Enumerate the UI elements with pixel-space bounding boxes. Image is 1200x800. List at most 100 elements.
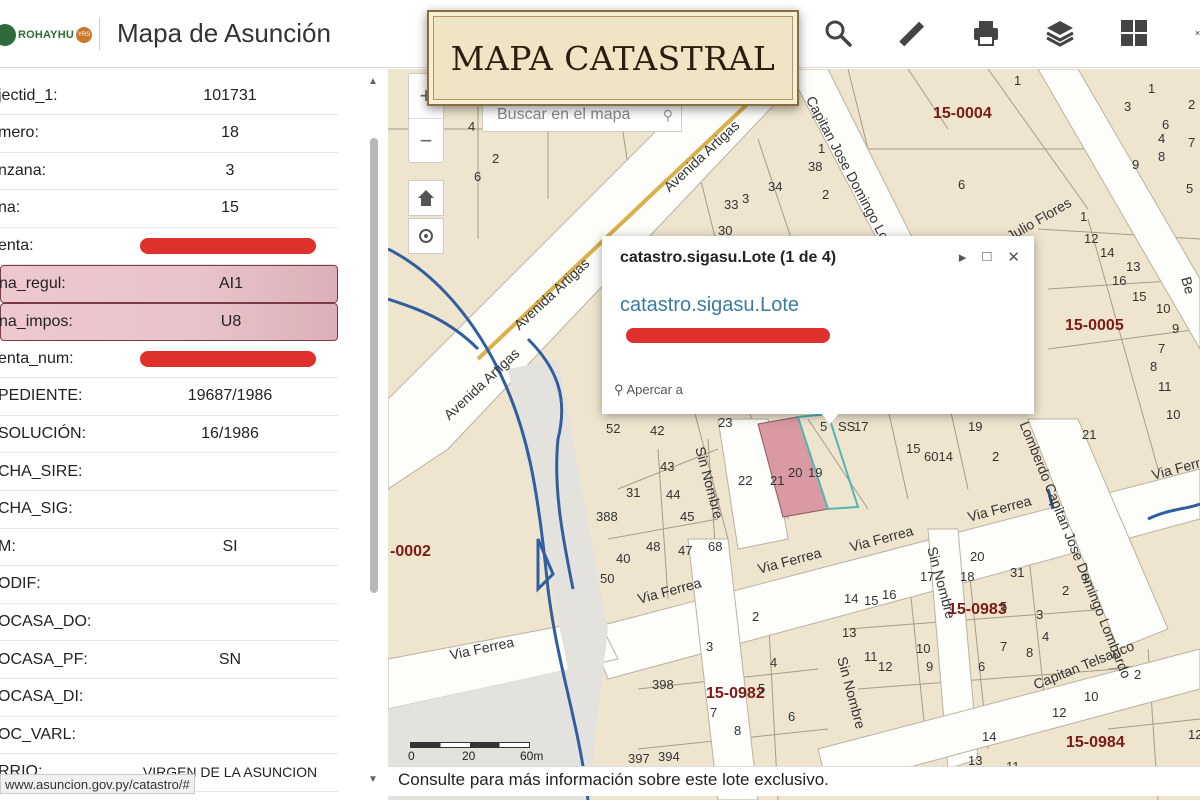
- attribute-value: AI1: [218, 275, 243, 292]
- attribute-key: mero:: [0, 124, 39, 142]
- lot-number-label: 8: [1158, 149, 1166, 164]
- attribute-key: M:: [0, 537, 16, 555]
- popup-feature-link[interactable]: catastro.sigasu.Lote: [620, 294, 799, 317]
- zone-label: 15-0983: [948, 601, 1007, 618]
- lot-number-label: 6: [958, 177, 966, 192]
- more-button[interactable]: [1183, 16, 1200, 50]
- attribute-row: M: SI: [0, 528, 338, 567]
- feature-popup: catastro.sigasu.Lote (1 de 4) ▸ □ ✕ cata…: [602, 236, 1034, 424]
- close-icon[interactable]: ✕: [1007, 248, 1020, 266]
- attribute-key: OC_VARL:: [0, 725, 76, 743]
- attribute-value: 19687/1986: [187, 387, 273, 405]
- lot-number-label: 9: [1172, 321, 1180, 336]
- scale-bar: 0 20 60m: [408, 742, 558, 763]
- cadastral-map[interactable]: [388, 69, 1200, 800]
- lot-number-label: 8: [1150, 359, 1158, 374]
- lot-number-label: 20: [970, 549, 985, 564]
- logo-mark: [0, 24, 16, 46]
- attribute-value: 3: [225, 161, 235, 179]
- lot-number-label: 6014: [924, 449, 953, 464]
- search-icon: [825, 20, 852, 47]
- attribute-row: OCASA_DI:: [0, 679, 338, 717]
- zone-label: 15-0004: [933, 105, 992, 122]
- lot-number-label: 2: [822, 187, 830, 202]
- attribute-row: OCASA_DO:: [0, 603, 338, 642]
- lot-number-label: 2: [752, 609, 760, 624]
- lot-number-label: 52: [606, 421, 621, 436]
- attribute-row: mero: 18: [0, 115, 338, 153]
- logo-text: ROHAYHU: [18, 29, 75, 41]
- scroll-down-arrow[interactable]: ▼: [368, 774, 378, 785]
- lot-number-label: 6: [788, 709, 796, 724]
- lot-number-label: 14: [844, 591, 859, 606]
- panel-scrollbar[interactable]: [370, 138, 378, 593]
- attribute-key: nzana:: [0, 161, 47, 179]
- attribute-key: OCASA_DO:: [0, 612, 92, 630]
- lot-number-label: 31: [1010, 565, 1025, 580]
- search-button[interactable]: [821, 16, 855, 50]
- lot-number-label: 1: [1082, 571, 1090, 586]
- attribute-key: OCASA_DI:: [0, 688, 84, 706]
- lot-number-label: 7: [1000, 639, 1008, 654]
- lot-number-label: 388: [596, 509, 618, 524]
- locate-button[interactable]: [408, 218, 444, 254]
- zoom-to-icon: ⚲: [614, 382, 624, 397]
- lot-number-label: 397: [628, 751, 650, 766]
- status-url: www.asuncion.gov.py/catastro/#: [0, 774, 195, 794]
- dock-icon[interactable]: □: [982, 248, 991, 266]
- attribute-row: SOLUCIÓN: 16/1986: [0, 415, 338, 454]
- measure-button[interactable]: [895, 16, 929, 50]
- search-icon[interactable]: ⚲: [663, 107, 673, 124]
- popup-actions: ▸ □ ✕: [959, 248, 1020, 266]
- search-placeholder: Buscar en el mapa: [497, 106, 631, 123]
- lot-number-label: 10: [1156, 301, 1171, 316]
- lot-number-label: 19: [808, 465, 823, 480]
- lot-number-label: 6: [1162, 117, 1170, 132]
- layers-icon: [1046, 21, 1074, 47]
- lot-number-label: 38: [808, 159, 823, 174]
- banner-title: MAPA CATASTRAL: [450, 38, 776, 78]
- lot-number-label: 19: [968, 419, 983, 434]
- lot-number-label: 8: [734, 723, 742, 738]
- attribute-key: PEDIENTE:: [0, 387, 83, 405]
- locate-icon: [419, 229, 433, 243]
- lot-number-label: 11: [864, 649, 878, 664]
- scale-bar-graphic: [410, 742, 530, 748]
- lot-number-label: 17: [854, 419, 869, 434]
- lot-number-label: 9: [926, 659, 934, 674]
- attribute-row: ODIF:: [0, 566, 338, 604]
- lot-number-label: 4: [468, 119, 476, 134]
- scroll-up-arrow[interactable]: ▲: [368, 76, 378, 87]
- lot-number-label: 50: [600, 571, 615, 586]
- zoom-to-link[interactable]: ⚲ Apercar a: [614, 382, 683, 398]
- scale-label: 0: [408, 749, 415, 763]
- attribute-row: na: 15: [0, 190, 338, 228]
- attribute-row: PEDIENTE: 19687/1986: [0, 378, 338, 416]
- lot-number-label: 3: [1124, 99, 1132, 114]
- layers-button[interactable]: [1043, 16, 1077, 50]
- basemap-grid-button[interactable]: [1117, 16, 1151, 50]
- lot-number-label: 44: [666, 487, 681, 502]
- lot-number-label: 13: [1126, 259, 1141, 274]
- lot-number-label: 42: [650, 423, 665, 438]
- map-view[interactable]: Avenida Artigas Avenida Artigas Avenida …: [388, 69, 1200, 800]
- lot-number-label: 12: [1084, 231, 1099, 246]
- home-button[interactable]: [408, 180, 444, 216]
- lot-number-label: 17: [920, 569, 935, 584]
- lot-number-label: 16: [882, 587, 897, 602]
- next-feature-icon[interactable]: ▸: [959, 248, 967, 266]
- grid-icon: [1121, 20, 1147, 46]
- attribute-value: 15: [221, 199, 239, 217]
- lot-number-label: 2: [1062, 583, 1070, 598]
- print-button[interactable]: [969, 16, 1003, 50]
- lot-number-label: 40: [616, 551, 631, 566]
- home-icon: [418, 190, 434, 206]
- attribute-value: 18: [221, 124, 239, 142]
- lot-number-label: 2: [1134, 667, 1142, 682]
- header-divider: [99, 18, 100, 50]
- attribute-row: enta_num:: [0, 340, 338, 379]
- zoom-out-button[interactable]: −: [409, 118, 443, 162]
- lot-number-label: 10: [916, 641, 931, 656]
- lot-number-label: 394: [658, 749, 680, 764]
- lot-number-label: 15: [906, 441, 921, 456]
